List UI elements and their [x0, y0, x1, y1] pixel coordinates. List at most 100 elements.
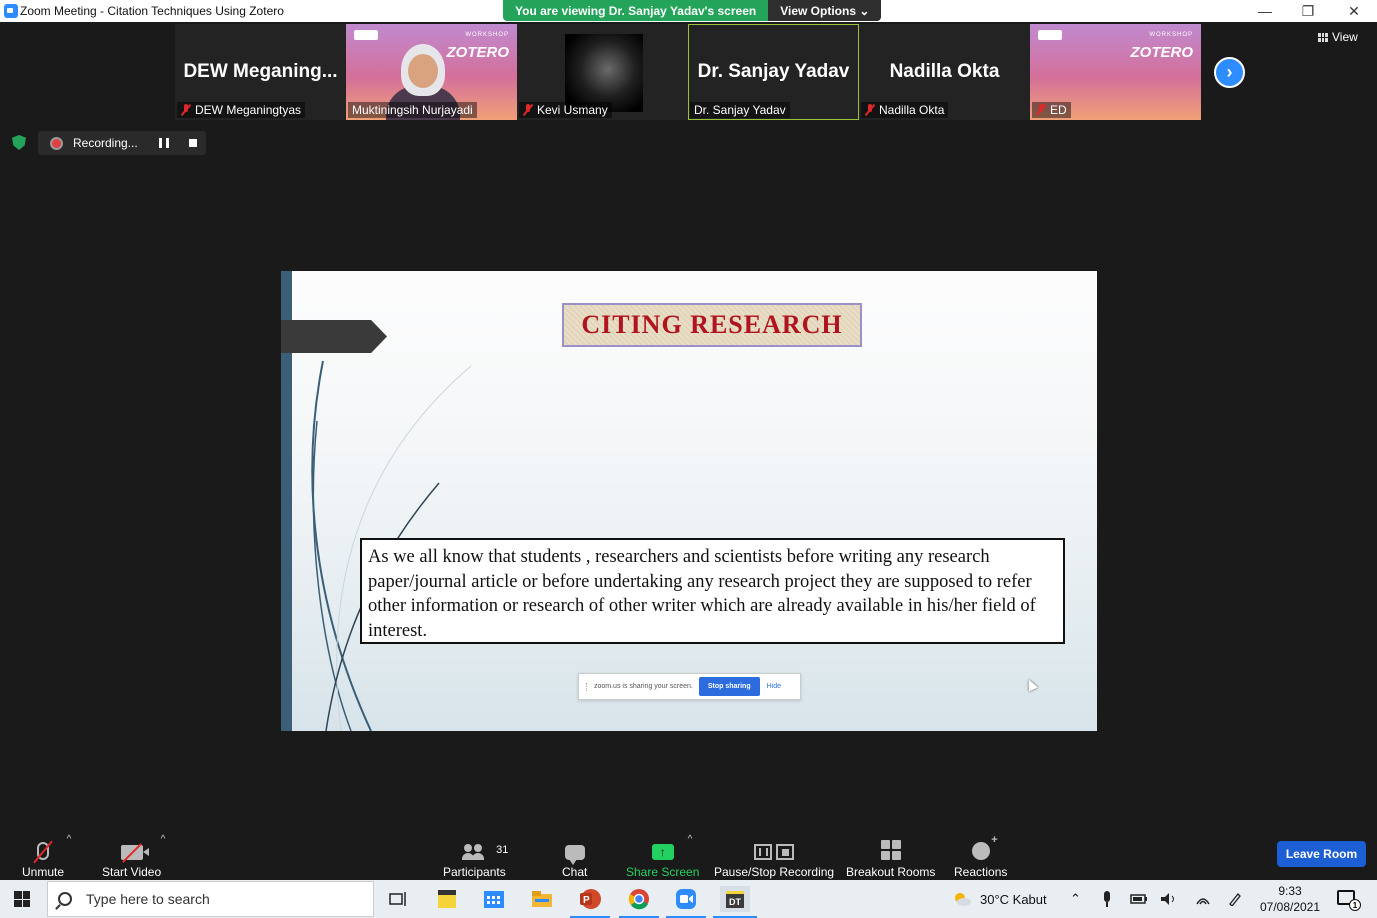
- weather-widget[interactable]: 30°C Kabut: [952, 880, 1047, 918]
- pause-stop-recording-icon: [754, 844, 795, 860]
- security-shield-icon[interactable]: [12, 135, 26, 150]
- participant-video-face: [408, 54, 438, 88]
- participant-name: DEW Meganingtyas: [195, 103, 302, 117]
- view-layout-button[interactable]: View: [1318, 30, 1358, 44]
- zoom-app-icon: [4, 4, 18, 18]
- meeting-toolbar: Unmute ^ Start Video ^ 31 Participants C…: [0, 826, 1377, 880]
- pause-stop-recording-label: Pause/Stop Recording: [714, 865, 835, 879]
- clock-date: 07/08/2021: [1259, 900, 1321, 914]
- participants-label: Participants: [443, 865, 506, 879]
- mic-muted-icon: [1036, 104, 1046, 116]
- mic-muted-icon: [181, 104, 191, 116]
- participant-tile[interactable]: DEW Meganing... DEW Meganingtyas: [175, 24, 346, 120]
- sticky-notes-icon[interactable]: [434, 886, 460, 912]
- start-video-label: Start Video: [102, 865, 162, 879]
- minimize-button[interactable]: —: [1242, 0, 1288, 22]
- shared-screen-slide: CITING RESEARCH As we all know that stud…: [281, 271, 1097, 731]
- poster-workshop-text: WORKSHOP: [465, 32, 509, 38]
- participant-display-name: DEW Meganing...: [183, 61, 338, 82]
- taskbar-search-input[interactable]: Type here to search: [47, 881, 374, 917]
- caret-up-icon: ^: [66, 834, 72, 845]
- windows-taskbar: Type here to search P DT 30°C Kabut ⌃ 9:…: [0, 880, 1377, 918]
- stop-sharing-button[interactable]: Stop sharing: [698, 677, 760, 696]
- poster-title: ZOTERO: [446, 44, 510, 61]
- participant-nametag: Dr. Sanjay Yadav: [690, 102, 790, 118]
- viewing-label: You are viewing Dr. Sanjay Yadav's scree…: [503, 0, 769, 21]
- window-titlebar: Zoom Meeting - Citation Techniques Using…: [0, 0, 1377, 22]
- participant-nametag: ED: [1032, 102, 1071, 118]
- close-button[interactable]: ✕: [1331, 0, 1377, 22]
- file-explorer-icon[interactable]: [529, 886, 555, 912]
- pause-stop-recording-button[interactable]: Pause/Stop Recording: [714, 832, 834, 879]
- powerpoint-icon[interactable]: P: [570, 886, 610, 918]
- workshop-logo: [1038, 30, 1062, 40]
- calendar-app-icon[interactable]: [481, 886, 507, 912]
- microphone-tray-icon[interactable]: [1101, 880, 1113, 918]
- participant-nametag: Kevi Usmany: [519, 102, 612, 118]
- unmute-button[interactable]: Unmute: [22, 832, 64, 879]
- participant-name: Nadilla Okta: [879, 103, 945, 117]
- participant-tile[interactable]: Nadilla Okta Nadilla Okta: [859, 24, 1030, 120]
- recording-dot-icon: [50, 136, 63, 150]
- slide-title: CITING RESEARCH: [562, 303, 862, 347]
- taskbar-clock[interactable]: 9:33 07/08/2021: [1256, 883, 1324, 915]
- participant-tile[interactable]: WORKSHOP ZOTERO ED: [1030, 24, 1201, 120]
- view-label: View: [1332, 30, 1358, 44]
- participant-nametag: Nadilla Okta: [861, 102, 949, 118]
- poster-title: ZOTERO: [1130, 44, 1194, 61]
- participant-nametag: DEW Meganingtyas: [177, 102, 306, 118]
- share-screen-icon: ↑: [651, 844, 674, 860]
- task-view-icon[interactable]: [385, 886, 411, 912]
- hide-button[interactable]: Hide: [767, 683, 781, 690]
- svg-text:DT: DT: [729, 897, 741, 907]
- gallery-next-page-button[interactable]: ›: [1214, 57, 1245, 88]
- slide-body-text: As we all know that students , researche…: [360, 538, 1065, 644]
- video-editor-icon[interactable]: DT: [713, 886, 757, 918]
- participant-photo: [565, 34, 643, 112]
- breakout-rooms-button[interactable]: Breakout Rooms: [846, 832, 935, 879]
- svg-text:P: P: [583, 895, 590, 906]
- mic-muted-icon: [523, 104, 533, 116]
- poster-workshop-text: WORKSHOP: [1149, 32, 1193, 38]
- participant-name: Muktiningsih Nurjayadi: [352, 103, 473, 117]
- pen-icon[interactable]: [1228, 880, 1242, 918]
- reactions-label: Reactions: [954, 865, 1008, 879]
- microphone-muted-icon: [37, 842, 50, 860]
- participant-tile[interactable]: Kevi Usmany: [517, 24, 688, 120]
- participant-tile-active-speaker[interactable]: Dr. Sanjay Yadav Dr. Sanjay Yadav: [688, 24, 859, 120]
- participants-count: 31: [496, 844, 509, 856]
- video-off-icon: [120, 845, 149, 860]
- windows-start-icon[interactable]: [14, 891, 30, 907]
- drag-handle-icon[interactable]: [586, 682, 588, 691]
- breakout-rooms-icon: [880, 840, 901, 860]
- chat-button[interactable]: Chat: [562, 832, 587, 879]
- restore-button[interactable]: ❐: [1285, 0, 1331, 22]
- recording-indicator: Recording...: [38, 131, 206, 155]
- workshop-logo: [354, 30, 378, 40]
- participant-name: Kevi Usmany: [537, 103, 608, 117]
- reactions-button[interactable]: Reactions: [954, 832, 1007, 879]
- participant-tile[interactable]: WORKSHOP ZOTERO Muktiningsih Nurjayadi: [346, 24, 517, 120]
- stop-recording-icon[interactable]: [189, 139, 197, 147]
- share-screen-label: Share Screen: [626, 865, 700, 879]
- chat-icon: [564, 845, 585, 865]
- participant-name: ED: [1050, 103, 1067, 117]
- notification-count: 1: [1349, 899, 1361, 911]
- notification-center-icon[interactable]: 1: [1337, 890, 1361, 911]
- volume-icon[interactable]: [1160, 880, 1178, 918]
- sharing-notification: zoom.us is sharing your screen. Stop sha…: [578, 673, 801, 700]
- participants-button[interactable]: 31 Participants: [443, 832, 509, 879]
- wifi-icon[interactable]: [1195, 880, 1211, 918]
- zoom-taskbar-icon[interactable]: [666, 886, 706, 918]
- caret-up-icon: ^: [160, 834, 166, 845]
- leave-room-button[interactable]: Leave Room: [1277, 841, 1366, 867]
- weather-cloud-sun-icon: [955, 893, 971, 906]
- start-video-button[interactable]: Start Video: [102, 832, 161, 879]
- battery-icon[interactable]: [1130, 880, 1148, 918]
- reactions-icon: [971, 834, 998, 860]
- view-options-button[interactable]: View Options ⌄: [768, 0, 882, 21]
- pause-recording-icon[interactable]: [159, 138, 169, 148]
- search-placeholder: Type here to search: [86, 891, 210, 907]
- show-hidden-icons-chevron[interactable]: ⌃: [1070, 880, 1081, 918]
- chrome-icon[interactable]: [619, 886, 659, 918]
